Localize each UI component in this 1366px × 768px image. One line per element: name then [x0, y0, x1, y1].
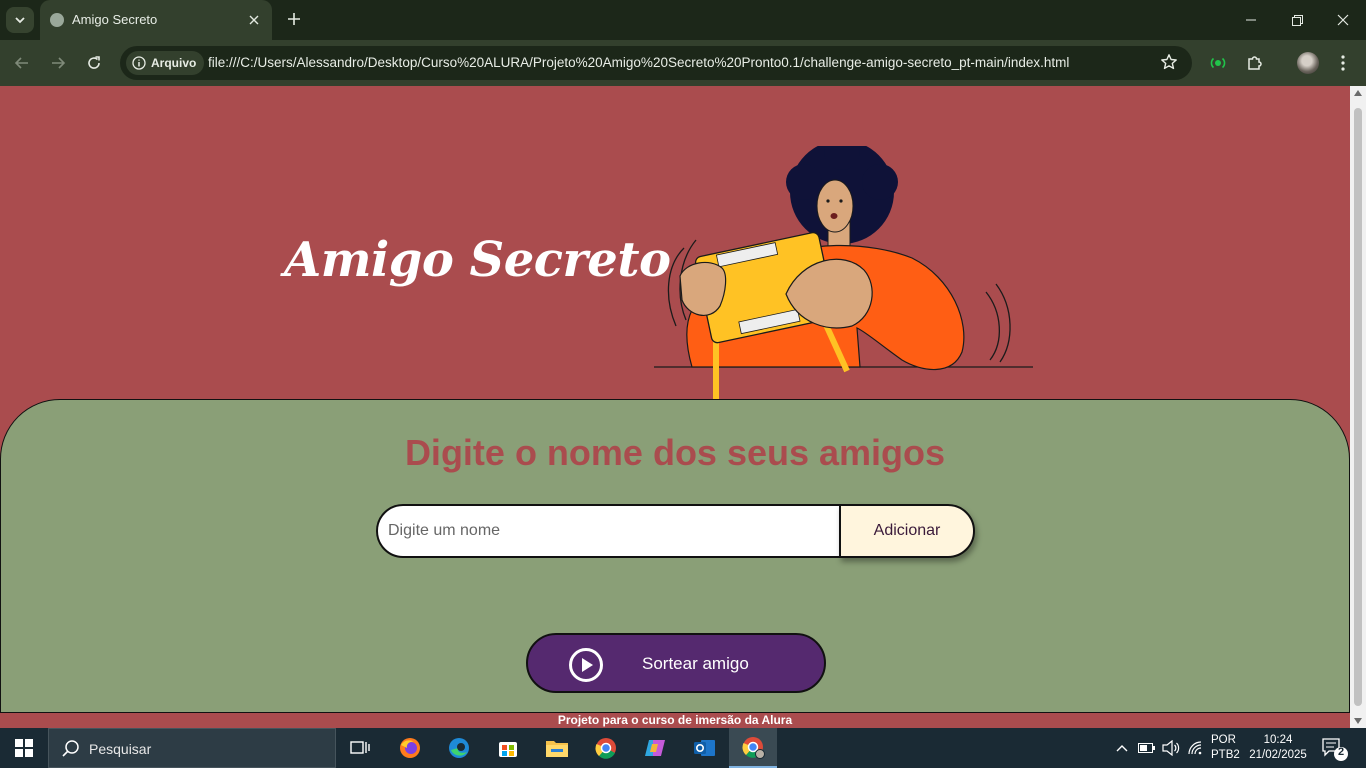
page-viewport: Amigo Secreto Digite o nome dos seus ami… — [0, 86, 1350, 728]
page-scrollbar[interactable] — [1350, 86, 1366, 728]
battery-button[interactable] — [1136, 728, 1158, 768]
windows-logo-icon — [15, 739, 33, 757]
site-info-chip[interactable]: Arquivo — [126, 51, 205, 75]
minimize-icon — [1246, 19, 1256, 21]
person-opening-gift-illustration — [654, 146, 1033, 406]
outlook-icon — [694, 740, 715, 756]
wifi-icon — [1188, 741, 1202, 755]
taskbar-chrome[interactable] — [582, 728, 630, 768]
store-icon — [499, 742, 517, 757]
scroll-down-arrow-icon[interactable] — [1354, 718, 1362, 724]
clock-date: 21/02/2025 — [1249, 749, 1307, 761]
tab-search-button[interactable] — [6, 7, 34, 33]
bookmark-star-button[interactable] — [1160, 53, 1178, 76]
close-icon — [1337, 14, 1349, 26]
taskbar-microsoft-store[interactable] — [484, 728, 532, 768]
play-circle-icon — [569, 648, 603, 682]
add-friend-button[interactable]: Adicionar — [839, 504, 975, 558]
battery-icon — [1138, 743, 1155, 753]
task-view-icon — [350, 741, 370, 754]
start-button[interactable] — [0, 728, 48, 768]
edge-icon — [449, 738, 469, 758]
speaker-icon — [1162, 740, 1180, 756]
page-title: Amigo Secreto — [284, 232, 671, 288]
page-footer: Projeto para o curso de imersão da Alura — [557, 713, 793, 727]
section-title: Digite o nome dos seus amigos — [404, 432, 946, 473]
firefox-icon — [400, 738, 420, 758]
notification-count-badge: 2 — [1337, 746, 1345, 758]
restore-icon — [1291, 14, 1303, 26]
forward-button[interactable] — [45, 50, 71, 76]
friend-name-input[interactable] — [376, 504, 841, 558]
back-button[interactable] — [9, 50, 35, 76]
taskbar-file-explorer[interactable] — [533, 728, 581, 768]
draw-button-label: Sortear amigo — [642, 654, 749, 673]
chevron-down-icon — [15, 17, 25, 24]
reload-icon — [88, 56, 100, 69]
taskbar-clock[interactable]: 10:24 21/02/2025 — [1247, 733, 1309, 763]
search-icon — [62, 740, 79, 757]
reload-button[interactable] — [81, 50, 107, 76]
browser-toolbar: Arquivo file:///C:/Users/Alessandro/Desk… — [0, 40, 1366, 86]
arrow-left-icon — [14, 57, 28, 69]
taskbar-chrome-active[interactable] — [729, 728, 777, 768]
address-bar[interactable]: Arquivo file:///C:/Users/Alessandro/Desk… — [120, 46, 1192, 80]
taskbar-copilot[interactable] — [631, 728, 679, 768]
volume-button[interactable] — [1160, 728, 1182, 768]
puzzle-piece-icon — [1248, 56, 1262, 70]
copilot-icon — [645, 740, 665, 756]
chrome-profile-icon — [742, 737, 765, 759]
globe-icon — [50, 13, 64, 27]
task-view-button[interactable] — [336, 728, 384, 768]
profile-avatar[interactable] — [1297, 52, 1319, 74]
friends-form-card: Digite o nome dos seus amigos Adicionar … — [0, 399, 1350, 713]
window-close-button[interactable] — [1320, 0, 1366, 40]
clock-time: 10:24 — [1263, 734, 1293, 746]
taskbar-outlook[interactable] — [680, 728, 728, 768]
arrow-right-icon — [52, 57, 66, 69]
sound-waves-icon — [1210, 57, 1226, 69]
chevron-up-icon — [1116, 745, 1128, 752]
notification-center-button[interactable]: 2 — [1320, 736, 1350, 762]
taskbar-firefox[interactable] — [386, 728, 434, 768]
extensions-button[interactable] — [1243, 51, 1267, 75]
scroll-thumb[interactable] — [1354, 108, 1362, 706]
star-icon — [1161, 54, 1177, 70]
info-icon — [132, 56, 146, 70]
media-extension-button[interactable] — [1206, 51, 1230, 75]
windows-taskbar: Pesquisar POR PTB2 10:24 21/02/2025 2 — [0, 728, 1366, 768]
browser-tab-active[interactable]: Amigo Secreto — [40, 0, 272, 40]
browser-menu-button[interactable] — [1331, 51, 1355, 75]
browser-tab-bar: Amigo Secreto — [0, 0, 1366, 40]
folder-icon — [546, 741, 568, 757]
scroll-up-arrow-icon[interactable] — [1354, 90, 1362, 96]
plus-icon — [288, 13, 300, 25]
show-hidden-icons-button[interactable] — [1112, 728, 1132, 768]
notification-icon — [1322, 738, 1348, 761]
tab-close-button[interactable] — [244, 10, 264, 30]
site-chip-label: Arquivo — [151, 56, 197, 70]
new-tab-button[interactable] — [282, 8, 306, 32]
input-language-indicator[interactable]: POR PTB2 — [1211, 733, 1240, 763]
window-minimize-button[interactable] — [1228, 0, 1274, 40]
chrome-icon — [595, 738, 616, 759]
close-icon — [249, 15, 259, 25]
taskbar-search-placeholder: Pesquisar — [89, 741, 152, 757]
url-text: file:///C:/Users/Alessandro/Desktop/Curs… — [208, 55, 1070, 70]
language-line1: POR — [1211, 734, 1236, 746]
tab-title: Amigo Secreto — [72, 12, 158, 27]
window-restore-button[interactable] — [1274, 0, 1320, 40]
more-vertical-icon — [1341, 55, 1345, 71]
network-button[interactable] — [1185, 728, 1207, 768]
draw-friend-button[interactable]: Sortear amigo — [526, 633, 826, 693]
taskbar-search-box[interactable]: Pesquisar — [48, 728, 336, 768]
taskbar-edge[interactable] — [435, 728, 483, 768]
language-line2: PTB2 — [1211, 749, 1240, 761]
